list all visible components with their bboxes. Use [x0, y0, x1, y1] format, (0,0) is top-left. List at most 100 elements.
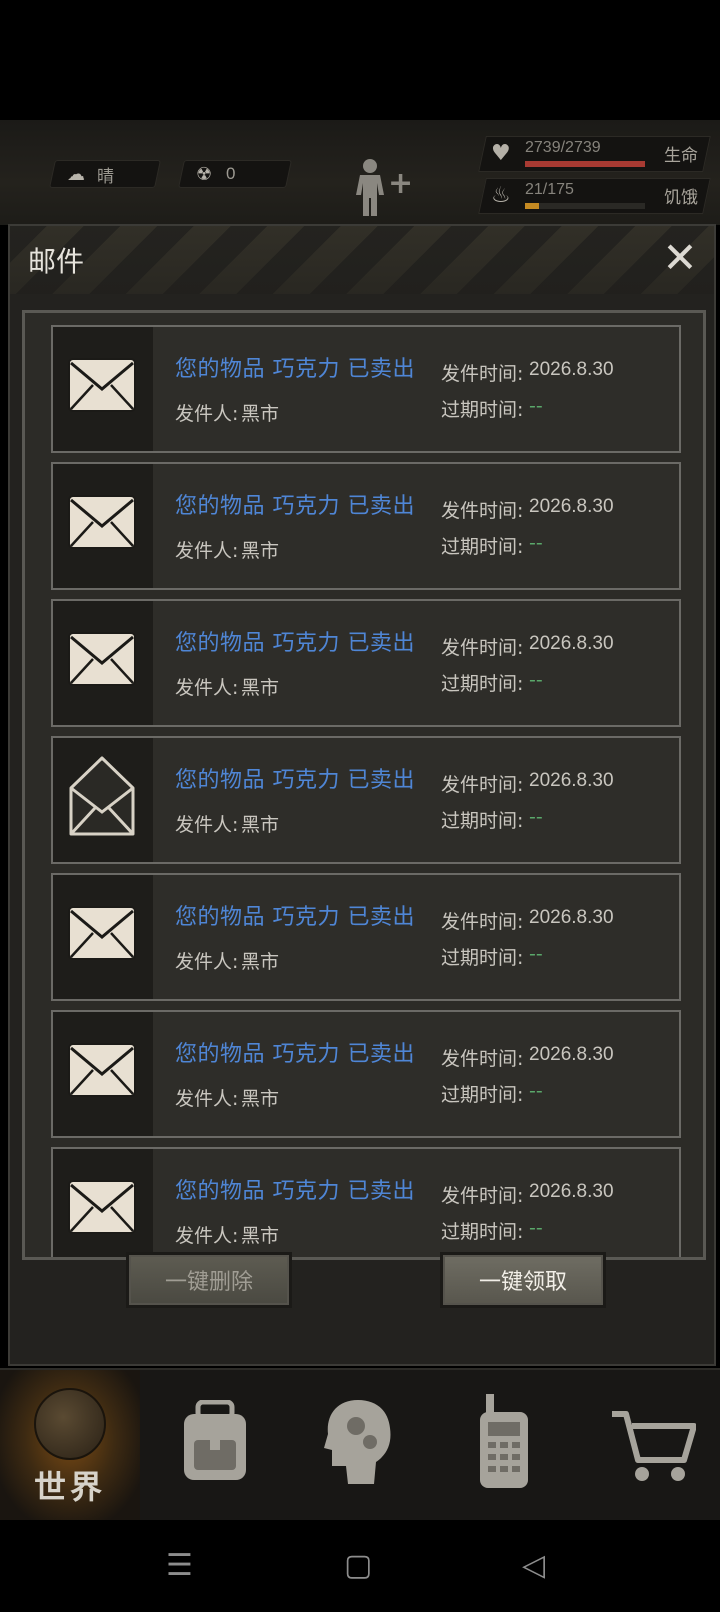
radiation-indicator[interactable]: ☢ 0 [178, 160, 292, 188]
mail-icon-box [53, 464, 153, 588]
mail-item[interactable]: 您的物品 巧克力 已卖出 发件人: 黑市 发件时间: 2026.8.30 过期时间: -- [51, 873, 681, 1001]
mail-subject: 您的物品 巧克力 已卖出 [175, 494, 415, 519]
mail-subject: 您的物品 巧克力 已卖出 [175, 905, 415, 930]
stomach-icon: ♨ [491, 183, 511, 208]
expire-time-label: 过期时间: [441, 673, 524, 695]
mail-icon-box [53, 601, 153, 725]
cloud-icon: ☁ [67, 163, 85, 184]
send-time-value: 2026.8.30 [529, 770, 614, 791]
sender-value: 黑市 [241, 403, 280, 425]
sender-value: 黑市 [241, 677, 280, 699]
sender-value: 黑市 [241, 1088, 280, 1110]
sender-value: 黑市 [241, 814, 280, 836]
bottom-nav: 世界 [0, 1368, 720, 1522]
expire-time-value: -- [529, 669, 543, 691]
mail-subject: 您的物品 巧克力 已卖出 [175, 1042, 415, 1067]
send-time-value: 2026.8.30 [529, 1181, 614, 1202]
mail-list[interactable]: 您的物品 巧克力 已卖出 发件人: 黑市 发件时间: 2026.8.30 过期时间: -- 您… [22, 310, 706, 1260]
sender-value: 黑市 [241, 951, 280, 973]
send-time-label: 发件时间: [441, 637, 524, 659]
delete-all-button[interactable]: 一键删除 [126, 1252, 292, 1308]
envelope-closed-icon [68, 1043, 136, 1097]
hunger-bar-fill [525, 203, 540, 209]
mail-icon-box [53, 875, 153, 999]
mail-item[interactable]: 您的物品 巧克力 已卖出 发件人: 黑市 发件时间: 2026.8.30 过期时间: -- [51, 1147, 681, 1257]
menu-icon[interactable]: ☰ [166, 1548, 193, 1583]
expire-time-label: 过期时间: [441, 399, 524, 421]
expire-time-label: 过期时间: [441, 536, 524, 558]
system-nav-bar: ☰ ▢ ◁ [0, 1520, 720, 1612]
send-time-label: 发件时间: [441, 1048, 524, 1070]
expire-time-label: 过期时间: [441, 1221, 524, 1243]
send-time-label: 发件时间: [441, 1185, 524, 1207]
expire-time-value: -- [529, 1080, 543, 1102]
claim-all-button[interactable]: 一键领取 [440, 1252, 606, 1308]
brain-icon[interactable] [322, 1396, 394, 1488]
hunger-value: 21/175 [525, 181, 574, 198]
expire-time-value: -- [529, 395, 543, 417]
mail-icon-box [53, 1012, 153, 1136]
radio-icon[interactable] [476, 1394, 532, 1490]
mail-item[interactable]: 您的物品 巧克力 已卖出 发件人: 黑市 发件时间: 2026.8.30 过期时间: -- [51, 736, 681, 864]
mail-item[interactable]: 您的物品 巧克力 已卖出 发件人: 黑市 发件时间: 2026.8.30 过期时间: -- [51, 462, 681, 590]
sender-label: 发件人: [175, 814, 239, 836]
weather-indicator[interactable]: ☁ 晴 [49, 160, 161, 188]
weather-text: 晴 [97, 166, 114, 186]
envelope-closed-icon [68, 1180, 136, 1234]
cart-icon[interactable] [610, 1408, 696, 1484]
send-time-value: 2026.8.30 [529, 496, 614, 517]
hunger-label: 饥饿 [664, 188, 698, 208]
mail-icon-box [53, 327, 153, 451]
envelope-closed-icon [68, 906, 136, 960]
send-time-value: 2026.8.30 [529, 907, 614, 928]
mail-item[interactable]: 您的物品 巧克力 已卖出 发件人: 黑市 发件时间: 2026.8.30 过期时间: -- [51, 1010, 681, 1138]
mail-item[interactable]: 您的物品 巧克力 已卖出 发件人: 黑市 发件时间: 2026.8.30 过期时间: -- [51, 599, 681, 727]
hp-value: 2739/2739 [525, 139, 601, 156]
home-icon[interactable]: ▢ [344, 1548, 372, 1583]
heart-icon: ♥ [491, 141, 511, 166]
send-time-label: 发件时间: [441, 911, 524, 933]
envelope-closed-icon [68, 632, 136, 686]
sender-label: 发件人: [175, 540, 239, 562]
backpack-icon[interactable] [176, 1400, 254, 1484]
expire-time-value: -- [529, 806, 543, 828]
plus-icon: + [388, 166, 414, 201]
mail-icon-box [53, 738, 153, 862]
expire-time-label: 过期时间: [441, 810, 524, 832]
radiation-icon: ☢ [196, 163, 213, 184]
expire-time-value: -- [529, 1217, 543, 1239]
expire-time-value: -- [529, 943, 543, 965]
hp-bar [525, 161, 645, 167]
sender-label: 发件人: [175, 1088, 239, 1110]
character-icon[interactable] [350, 158, 390, 218]
mail-icon-box [53, 1149, 153, 1257]
sender-label: 发件人: [175, 403, 239, 425]
send-time-label: 发件时间: [441, 500, 524, 522]
hud-bar: ☁ 晴 ☢ 0 + ♥ 2739/2739 生命 ♨ 21/175 饥饿 [0, 120, 720, 225]
radiation-value: 0 [226, 164, 236, 183]
sender-label: 发件人: [175, 1225, 239, 1247]
mail-item[interactable]: 您的物品 巧克力 已卖出 发件人: 黑市 发件时间: 2026.8.30 过期时间: -- [51, 325, 681, 453]
expire-time-label: 过期时间: [441, 947, 524, 969]
send-time-value: 2026.8.30 [529, 359, 614, 380]
sender-label: 发件人: [175, 677, 239, 699]
send-time-value: 2026.8.30 [529, 633, 614, 654]
hp-stat: ♥ 2739/2739 生命 [478, 136, 711, 172]
hunger-bar [525, 203, 645, 209]
envelope-closed-icon [68, 495, 136, 549]
panel-header [10, 226, 714, 294]
status-area [0, 0, 720, 120]
tab-world[interactable]: 世界 [0, 1370, 140, 1522]
hp-label: 生命 [664, 146, 698, 166]
close-button[interactable]: ✕ [658, 236, 702, 280]
back-icon[interactable]: ◁ [522, 1548, 545, 1583]
expire-time-value: -- [529, 532, 543, 554]
send-time-value: 2026.8.30 [529, 1044, 614, 1065]
tab-world-label: 世界 [33, 1468, 106, 1506]
hp-bar-fill [525, 161, 645, 167]
hunger-stat: ♨ 21/175 饥饿 [478, 178, 711, 214]
sender-value: 黑市 [241, 1225, 280, 1247]
envelope-open-icon [69, 756, 135, 836]
mail-panel: 邮件 ✕ 您的物品 巧克力 已卖出 发件人: 黑市 发件时间: 2026.8.30 过期时… [8, 224, 716, 1366]
envelope-closed-icon [68, 358, 136, 412]
